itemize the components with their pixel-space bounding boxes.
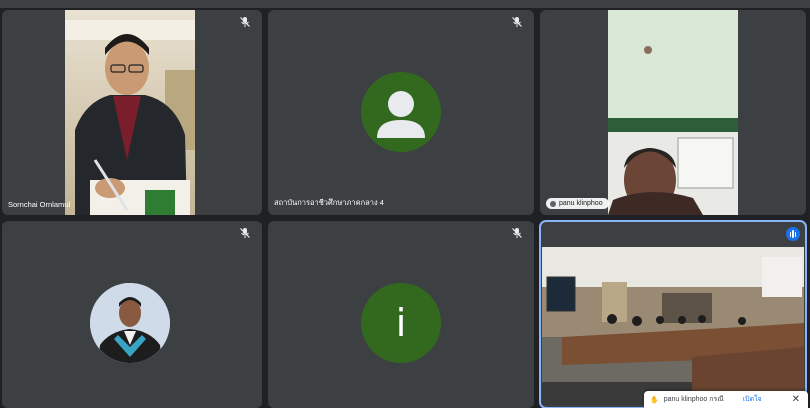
participant-tile-3[interactable]: panu klinphoo <box>540 10 806 215</box>
participant-tile-4[interactable] <box>2 221 262 408</box>
participant-tile-6[interactable] <box>539 220 807 408</box>
participant-name: สถาบันการอาชีวศึกษาภาคกลาง 4 <box>274 198 384 207</box>
participant-video <box>65 10 195 215</box>
participant-name-pill: panu klinphoo <box>546 198 609 209</box>
participant-name: Sornchai Ornlamul <box>8 200 71 209</box>
muted-mic-icon <box>510 227 524 241</box>
participant-tile-1[interactable]: Sornchai Ornlamul <box>2 10 262 215</box>
notification-toast[interactable]: ✋ panu klinphoo กรณี เปิดใจ ✕ <box>644 391 808 408</box>
hand-raise-icon: ✋ <box>650 396 659 404</box>
muted-mic-icon <box>238 16 252 30</box>
top-strip <box>0 0 810 8</box>
notification-action-button[interactable]: เปิดใจ <box>743 394 762 405</box>
muted-mic-icon <box>510 16 524 30</box>
profile-photo-avatar <box>90 283 170 363</box>
participant-tile-5[interactable]: i <box>268 221 534 408</box>
mic-level-icon <box>550 200 556 207</box>
person-in-video <box>65 20 195 215</box>
muted-mic-icon <box>238 227 252 241</box>
participant-name: panu klinphoo <box>559 200 603 207</box>
close-icon[interactable]: ✕ <box>792 394 800 405</box>
speaking-indicator-icon <box>786 227 800 241</box>
avatar-initial: i <box>395 301 407 345</box>
notification-text: panu klinphoo กรณี <box>663 396 724 403</box>
participant-tile-2[interactable]: สถาบันการอาชีวศึกษาภาคกลาง 4 <box>268 10 534 215</box>
conference-room-video <box>542 247 804 405</box>
letter-avatar: i <box>361 283 441 363</box>
participant-video <box>608 10 738 215</box>
default-avatar-icon <box>361 72 441 152</box>
